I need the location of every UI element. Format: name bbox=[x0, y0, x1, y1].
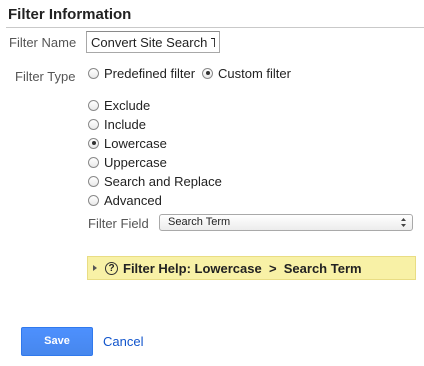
predefined-filter-radio[interactable] bbox=[88, 67, 99, 79]
predefined-filter-option[interactable]: Predefined filter bbox=[88, 64, 195, 82]
option-include[interactable]: Include bbox=[88, 115, 146, 133]
select-arrows-icon bbox=[401, 218, 406, 227]
filter-type-label: Filter Type bbox=[15, 69, 76, 84]
lowercase-radio[interactable] bbox=[88, 137, 99, 149]
filter-name-label: Filter Name bbox=[9, 35, 77, 50]
advanced-radio[interactable] bbox=[88, 194, 99, 206]
advanced-label: Advanced bbox=[104, 192, 162, 208]
filter-field-select[interactable]: Search Term bbox=[159, 214, 413, 231]
section-divider bbox=[6, 27, 424, 28]
filter-help-bar[interactable]: ? Filter Help: Lowercase > Search Term bbox=[87, 256, 416, 280]
expand-triangle-icon[interactable] bbox=[93, 265, 97, 271]
search-and-replace-label: Search and Replace bbox=[104, 173, 222, 189]
section-title: Filter Information bbox=[8, 6, 132, 23]
exclude-label: Exclude bbox=[104, 97, 151, 113]
include-radio[interactable] bbox=[88, 118, 99, 130]
exclude-radio[interactable] bbox=[88, 99, 99, 111]
include-label: Include bbox=[104, 116, 146, 132]
filter-field-label: Filter Field bbox=[88, 216, 149, 231]
cancel-link[interactable]: Cancel bbox=[103, 334, 143, 349]
lowercase-label: Lowercase bbox=[104, 135, 167, 151]
option-exclude[interactable]: Exclude bbox=[88, 96, 150, 114]
save-button[interactable]: Save bbox=[21, 327, 93, 356]
option-uppercase[interactable]: Uppercase bbox=[88, 153, 167, 171]
option-lowercase[interactable]: Lowercase bbox=[88, 134, 167, 152]
help-prefix: Filter Help: bbox=[123, 260, 195, 276]
help-filter-name: Lowercase bbox=[194, 260, 262, 276]
custom-filter-label: Custom filter bbox=[218, 65, 291, 81]
search-and-replace-radio[interactable] bbox=[88, 175, 99, 187]
custom-filter-option[interactable]: Custom filter bbox=[202, 64, 291, 82]
uppercase-radio[interactable] bbox=[88, 156, 99, 168]
help-question-icon: ? bbox=[105, 261, 118, 275]
help-field-name: Search Term bbox=[283, 260, 362, 276]
filter-name-input[interactable] bbox=[86, 31, 220, 53]
custom-filter-radio[interactable] bbox=[202, 67, 213, 79]
option-search-and-replace[interactable]: Search and Replace bbox=[88, 172, 222, 190]
predefined-filter-label: Predefined filter bbox=[104, 65, 196, 81]
filter-field-value: Search Term bbox=[168, 216, 231, 228]
uppercase-label: Uppercase bbox=[104, 154, 167, 170]
help-separator: > bbox=[261, 260, 284, 276]
option-advanced[interactable]: Advanced bbox=[88, 191, 162, 209]
